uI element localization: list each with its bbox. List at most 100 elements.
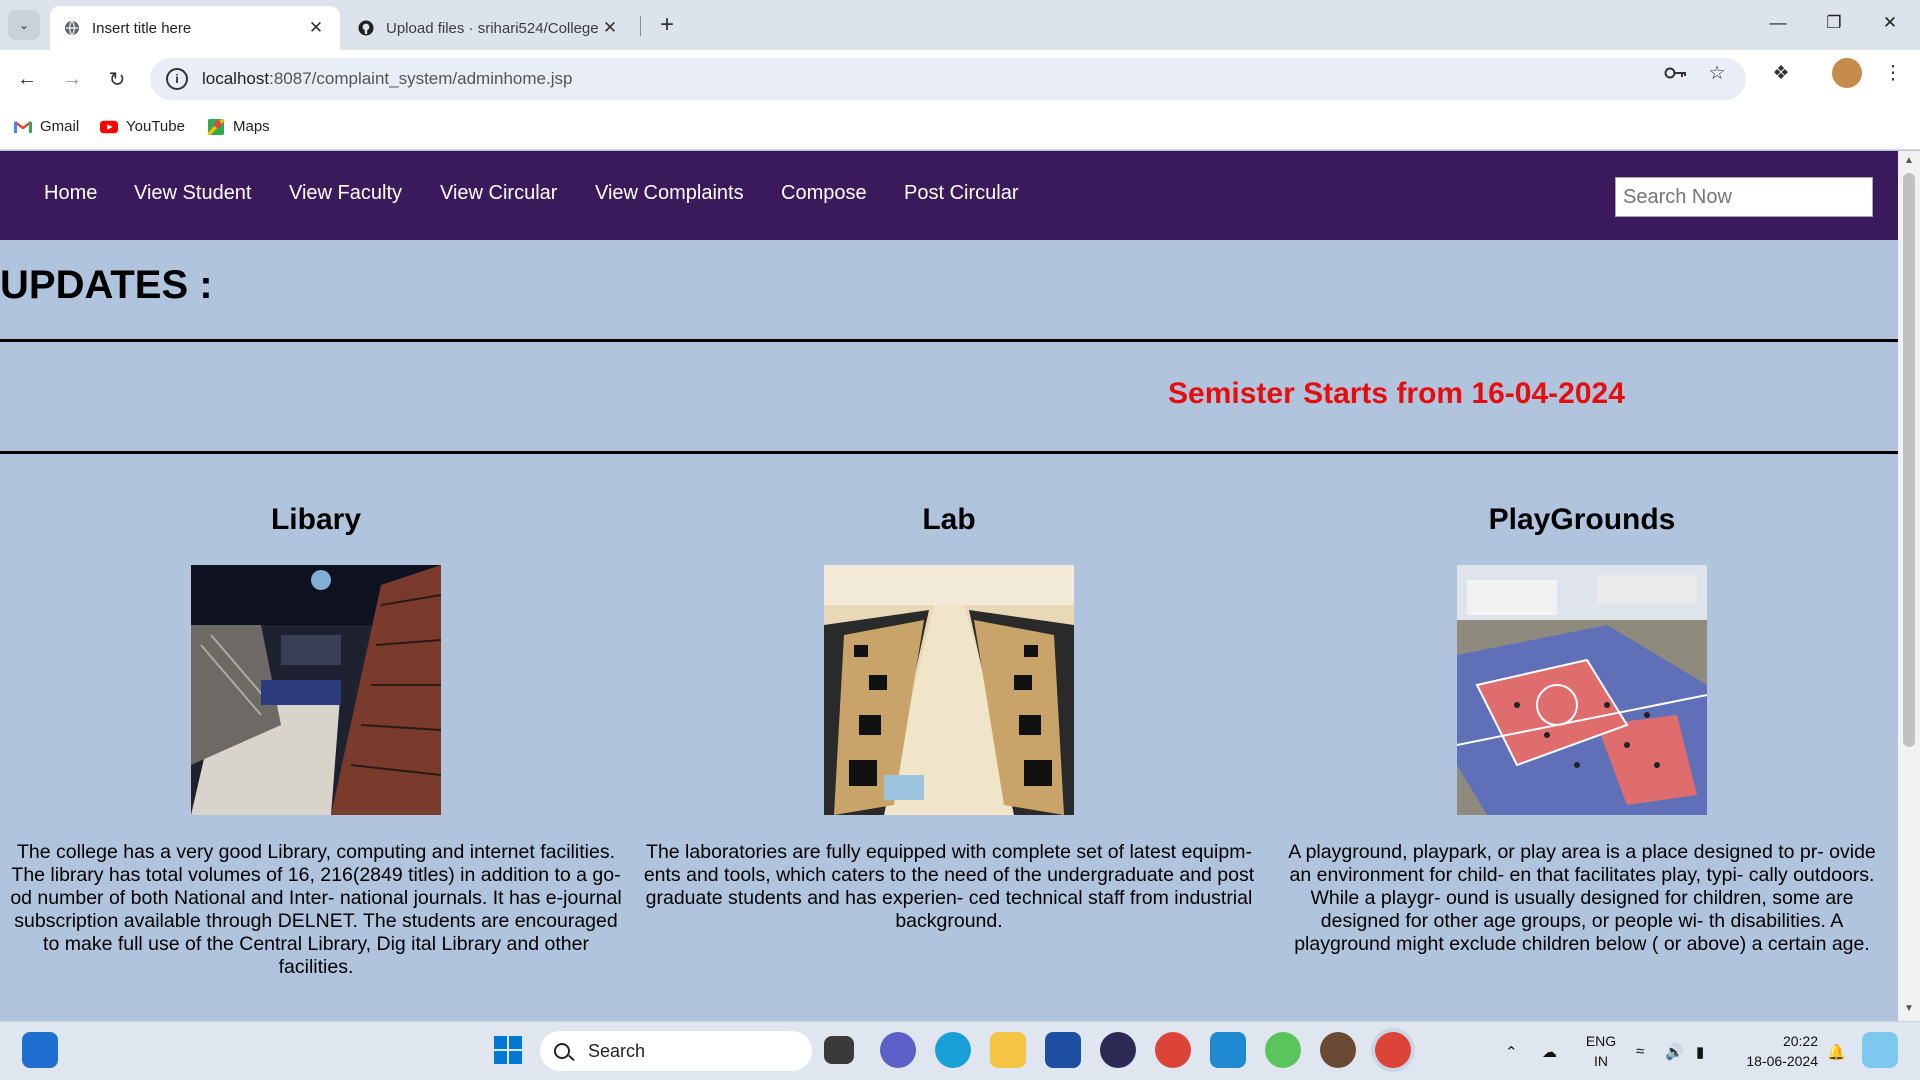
chrome-active-icon[interactable] [1375,1032,1411,1068]
scrollbar-thumb[interactable] [1903,173,1915,747]
bookmark-label: YouTube [126,118,185,135]
teams-chat-icon[interactable] [880,1032,916,1068]
lab-title: Lab [922,503,976,536]
copilot-icon[interactable] [1862,1032,1898,1068]
nav-view-complaints[interactable]: View Complaints [595,182,744,205]
file-explorer-icon[interactable] [990,1032,1026,1068]
bookmark-youtube[interactable]: YouTube [100,118,185,135]
nav-view-student[interactable]: View Student [134,182,252,205]
maps-icon [207,118,225,135]
start-windows-icon[interactable] [490,1032,526,1068]
divider-top [0,339,1898,342]
onedrive-icon[interactable]: ☁ [1542,1022,1557,1080]
edge-icon[interactable] [935,1032,971,1068]
bookmark-maps[interactable]: Maps [207,118,270,135]
chrome-icon[interactable] [1155,1032,1191,1068]
gmail-icon [14,120,32,133]
restore-icon[interactable]: ❐ [1806,0,1862,46]
vscode-icon[interactable] [1210,1032,1246,1068]
playgrounds-description: A playground, playpark, or play area is … [1288,841,1876,955]
bookmarks-bar: Gmail YouTube Maps [0,108,1920,150]
taskbar-search[interactable]: Search [540,1031,812,1071]
bookmark-star-icon[interactable]: ☆ [1704,60,1730,86]
search-input[interactable] [1615,177,1873,217]
tab-separator [640,16,641,36]
nav-home[interactable]: Home [44,182,97,205]
nav-view-circular[interactable]: View Circular [440,182,557,205]
minimize-icon[interactable]: — [1750,0,1806,46]
tab-active[interactable]: Insert title here ✕ [50,6,340,50]
close-tab-icon[interactable]: ✕ [306,18,326,38]
lang-code: ENG [1585,1033,1617,1049]
tab-search-button[interactable]: ⌄ [8,10,40,40]
nav-view-faculty[interactable]: View Faculty [289,182,402,205]
nav-compose[interactable]: Compose [781,182,867,205]
tab-title: Insert title here [92,19,192,37]
windows-taskbar: Search ⌃ ☁ ENG IN ≈ 🔊 ▮ 20:22 18-06-2024… [0,1021,1920,1080]
battery-icon[interactable]: ▮ [1696,1022,1704,1080]
taskbar-search-label: Search [588,1040,646,1061]
close-tab-icon[interactable]: ✕ [600,18,620,38]
extensions-puzzle-icon[interactable]: ❖ [1768,60,1794,86]
close-window-icon[interactable]: ✕ [1862,0,1918,46]
menu-kebab-icon[interactable]: ⋮ [1880,60,1906,86]
microsoft-store-icon[interactable] [1045,1032,1081,1068]
search-icon [554,1043,570,1059]
profile-avatar[interactable] [1832,58,1862,88]
playgrounds-column: PlayGrounds A playground, playpark, or p… [1266,499,1898,956]
lab-column: Lab The laboratories are fully equipped … [633,499,1265,933]
scroll-up-icon[interactable]: ▲ [1903,155,1915,166]
reload-icon[interactable]: ↻ [100,62,134,96]
widgets-icon[interactable] [22,1032,58,1068]
back-arrow-icon[interactable]: ← [10,62,44,96]
url-path: :8087/complaint_system/adminhome.jsp [269,69,573,88]
computer-lab-photo [824,565,1074,815]
browser-toolbar: ← → ↻ i localhost:8087/complaint_system/… [0,50,1920,108]
task-view-icon[interactable] [824,1036,854,1064]
youtube-icon [100,120,118,133]
tray-overflow-icon[interactable]: ⌃ [1505,1022,1518,1080]
library-title: Libary [270,503,362,536]
clock-time: 20:22 [1782,1033,1818,1049]
site-info-icon[interactable]: i [166,68,188,90]
bookmark-gmail[interactable]: Gmail [14,118,79,135]
globe-icon [65,20,79,36]
volume-icon[interactable]: 🔊 [1665,1022,1684,1080]
updates-heading: UPDATES : [0,263,213,307]
tomcat-icon[interactable] [1320,1032,1356,1068]
address-bar[interactable]: i localhost:8087/complaint_system/adminh… [150,58,1746,100]
language-indicator[interactable]: ENG IN [1584,1031,1618,1071]
password-key-icon[interactable] [1663,60,1689,86]
library-description: The college has a very good Library, com… [10,841,622,978]
playgrounds-title: PlayGrounds [1488,503,1676,536]
clock[interactable]: 20:22 18-06-2024 [1728,1031,1818,1071]
region-code: IN [1594,1053,1608,1069]
notifications-bell-icon[interactable]: 🔔 [1827,1022,1846,1080]
app-ring-icon[interactable] [1265,1032,1301,1068]
site-navbar: Home View Student View Faculty View Circ… [0,151,1898,240]
github-icon [358,20,374,36]
library-photo [191,565,441,815]
new-tab-button[interactable]: + [652,8,682,42]
browser-tab-strip: ⌄ Insert title here ✕ Upload files · sri… [0,0,1920,50]
bookmark-label: Gmail [40,118,80,135]
playground-photo [1457,565,1707,815]
wifi-icon[interactable]: ≈ [1636,1022,1644,1080]
page-viewport: Home View Student View Faculty View Circ… [0,151,1898,1021]
nav-post-circular[interactable]: Post Circular [904,182,1018,205]
tab-title: Upload files · srihari524/College [386,19,599,37]
clock-date: 18-06-2024 [1746,1053,1818,1069]
url-text: localhost:8087/complaint_system/adminhom… [202,69,572,89]
chevron-down-icon: ⌄ [18,18,30,32]
tab-inactive[interactable]: Upload files · srihari524/College ✕ [344,6,634,50]
url-host: localhost [202,69,270,88]
scroll-down-icon[interactable]: ▼ [1903,1003,1915,1014]
divider-bottom [0,451,1898,454]
bookmark-label: Maps [233,118,270,135]
forward-arrow-icon[interactable]: → [55,62,89,96]
announcement-marquee: Semister Starts from 16-04-2024 [1168,377,1625,410]
library-column: Libary The college has a very good Libra… [0,499,632,979]
eclipse-icon[interactable] [1100,1032,1136,1068]
page-scrollbar[interactable]: ▲ ▼ [1898,151,1920,1021]
lab-description: The laboratories are fully equipped with… [643,841,1255,932]
